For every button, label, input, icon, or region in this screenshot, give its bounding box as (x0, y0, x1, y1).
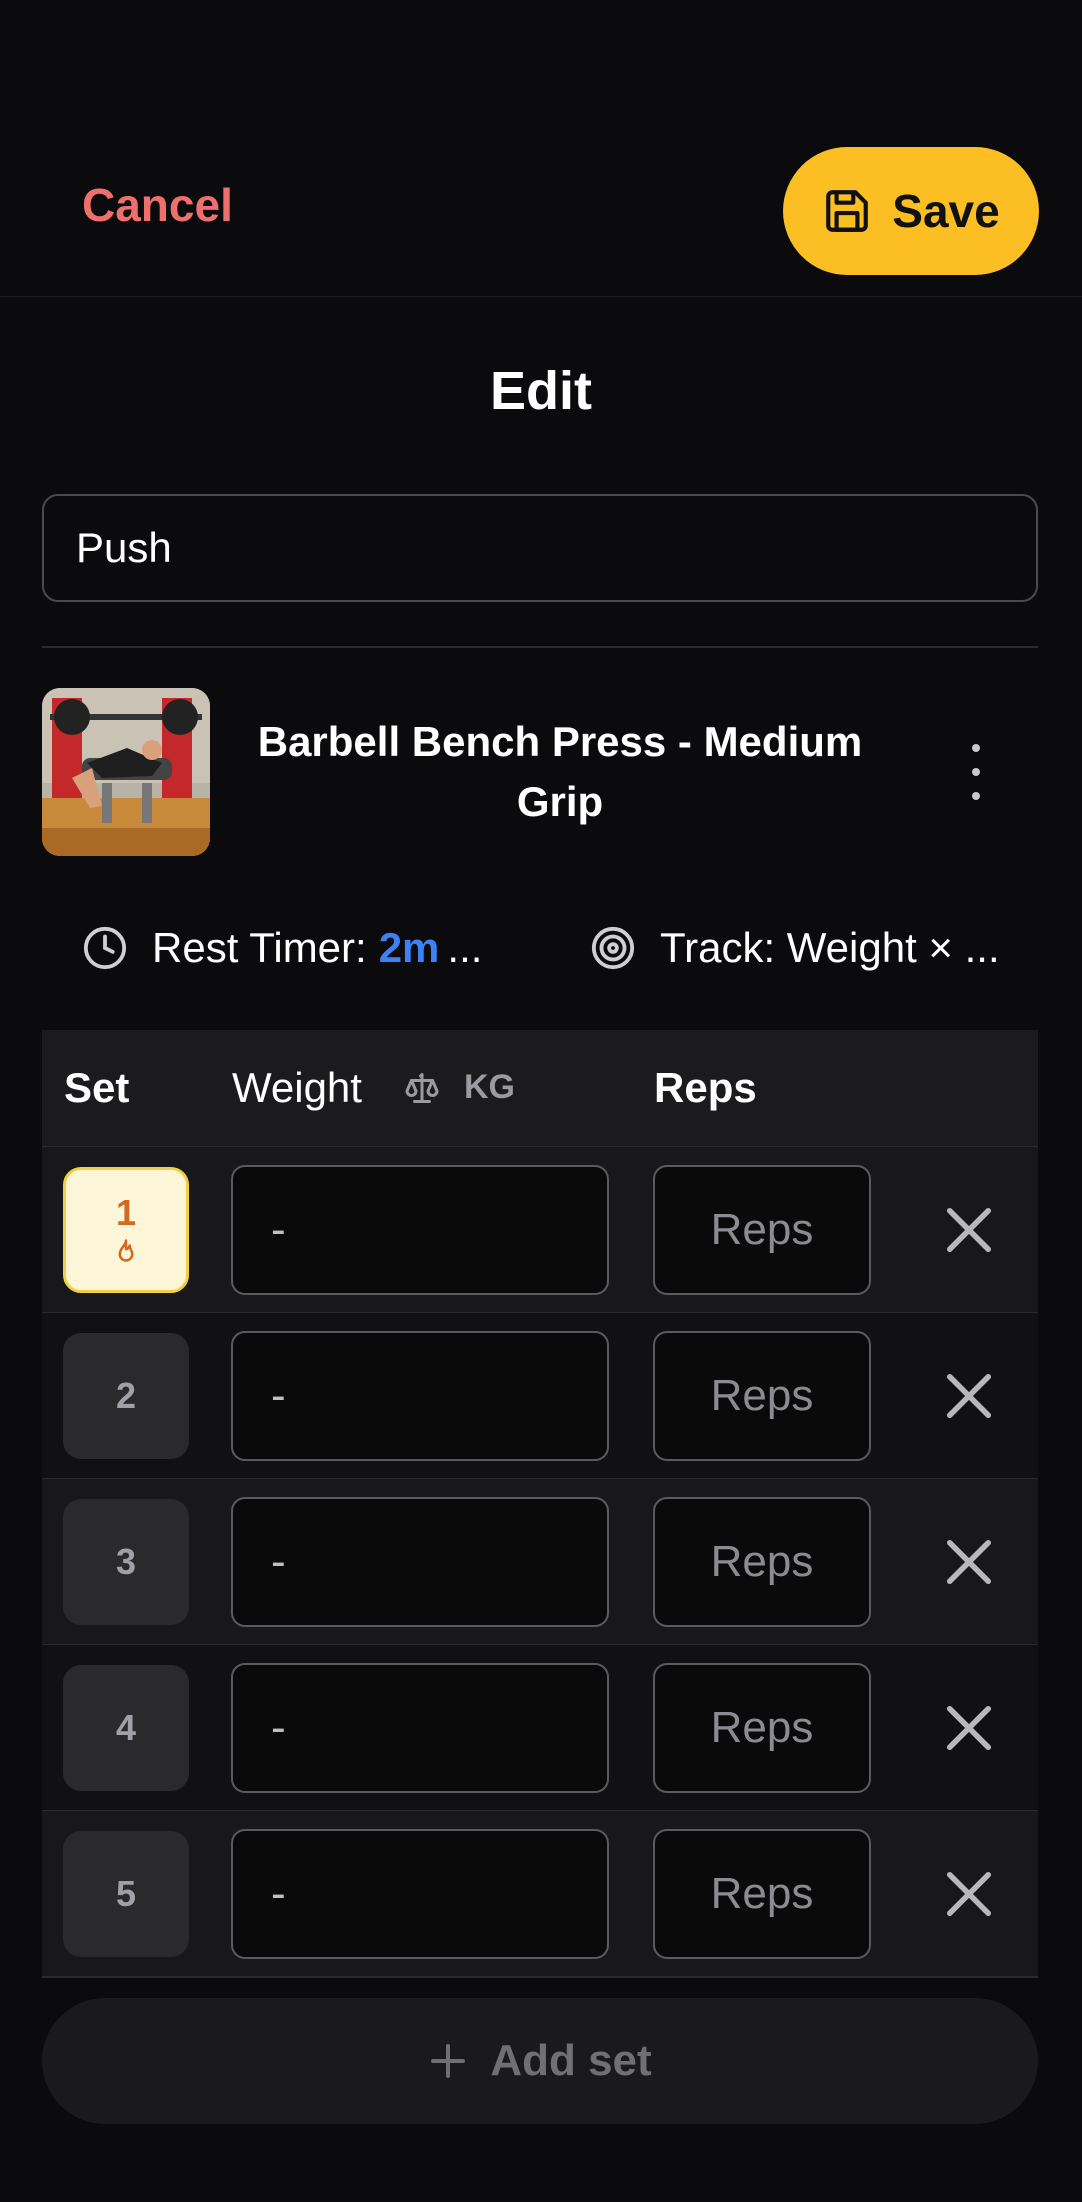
set-number-badge[interactable]: 3 (63, 1499, 189, 1625)
col-set: Set (64, 1064, 130, 1111)
save-button[interactable]: Save (783, 147, 1039, 275)
set-row: 5 - Reps (42, 1811, 1038, 1978)
rest-timer-value: 2m (378, 924, 440, 971)
cancel-button[interactable]: Cancel (82, 178, 233, 232)
exercise-name[interactable]: Barbell Bench Press - Medium Grip (240, 712, 880, 832)
close-icon[interactable] (936, 1695, 1002, 1761)
reps-input[interactable]: Reps (653, 1663, 871, 1793)
floppy-disk-icon (826, 190, 869, 232)
top-bar: Cancel Save (0, 0, 1082, 297)
weight-input[interactable]: - (231, 1165, 609, 1295)
sets-table-header: Set Weight KG Reps (42, 1030, 1038, 1147)
rest-timer-label: Rest Timer: (152, 924, 367, 971)
track-mode[interactable]: Track: Weight × ... (590, 918, 1000, 978)
exercise-thumbnail[interactable] (42, 688, 210, 856)
add-set-label: Add set (490, 2036, 652, 2085)
reps-input[interactable]: Reps (653, 1829, 871, 1959)
close-icon[interactable] (936, 1363, 1002, 1429)
target-icon (591, 926, 635, 970)
scale-icon (405, 1072, 439, 1103)
workout-name-input[interactable]: Push (42, 494, 1038, 602)
set-number: 5 (115, 1873, 137, 1914)
set-number: 1 (115, 1192, 137, 1233)
set-row: 3 - Reps (42, 1479, 1038, 1646)
reps-input[interactable]: Reps (653, 1331, 871, 1461)
set-number-badge[interactable]: 5 (63, 1831, 189, 1957)
set-number-badge[interactable]: 1 (63, 1167, 189, 1293)
unit-label: KG (464, 1068, 515, 1106)
unit-selector[interactable]: KG (404, 1068, 515, 1107)
close-icon[interactable] (936, 1197, 1002, 1263)
set-number-badge[interactable]: 4 (63, 1665, 189, 1791)
close-icon[interactable] (936, 1529, 1002, 1595)
weight-input[interactable]: - (231, 1331, 609, 1461)
page-title: Edit (490, 361, 592, 421)
set-number: 3 (115, 1541, 137, 1582)
plus-icon (431, 2044, 466, 2078)
track-label: Track: Weight × ... (660, 924, 1000, 971)
set-number: 4 (115, 1707, 137, 1748)
weight-input[interactable]: - (231, 1497, 609, 1627)
rest-timer-ellipsis: ... (447, 924, 483, 971)
weight-input[interactable]: - (231, 1663, 609, 1793)
flame-icon (118, 1239, 134, 1262)
reps-input[interactable]: Reps (653, 1497, 871, 1627)
divider (42, 646, 1038, 648)
set-number: 2 (115, 1375, 137, 1416)
clock-icon (83, 926, 127, 970)
edit-workout-screen: Cancel Save Edit Push Barbell Bench Pres… (0, 0, 1082, 2202)
set-row: 2 - Reps (42, 1313, 1038, 1480)
col-reps: Reps (654, 1064, 757, 1111)
set-number-badge[interactable]: 2 (63, 1333, 189, 1459)
add-set-button[interactable]: Add set (42, 1998, 1038, 2124)
bench-press-photo (42, 688, 210, 856)
reps-input[interactable]: Reps (653, 1165, 871, 1295)
set-row: 1 - Reps (42, 1147, 1038, 1314)
kebab-menu-icon[interactable] (960, 744, 992, 800)
save-label: Save (892, 185, 1000, 237)
rest-timer[interactable]: Rest Timer: 2m ... (82, 918, 482, 978)
col-weight: Weight (232, 1064, 362, 1111)
weight-input[interactable]: - (231, 1829, 609, 1959)
set-row: 4 - Reps (42, 1645, 1038, 1812)
close-icon[interactable] (936, 1861, 1002, 1927)
